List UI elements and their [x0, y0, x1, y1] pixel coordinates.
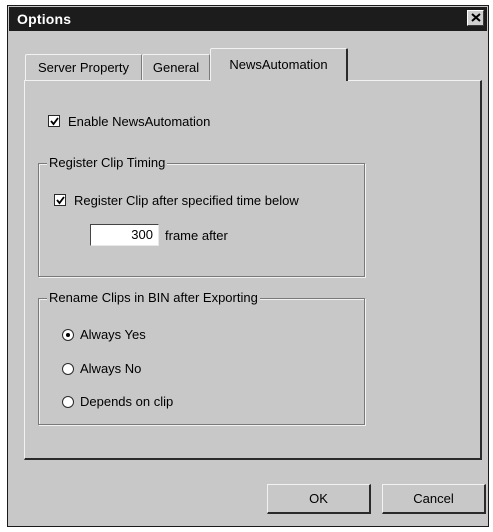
options-dialog: Options Server Property General NewsAuto… — [7, 5, 489, 527]
cancel-button[interactable]: Cancel — [382, 484, 486, 514]
ok-button-label: OK — [309, 491, 328, 506]
enable-newsautomation-label: Enable NewsAutomation — [68, 114, 211, 129]
tab-newsautomation[interactable]: NewsAutomation — [210, 48, 348, 81]
checkmark-icon — [50, 117, 59, 126]
radio-selected-dot — [66, 333, 70, 337]
tab-general[interactable]: General — [142, 54, 210, 80]
tab-panel-newsautomation: Enable NewsAutomation Register Clip Timi… — [24, 80, 482, 460]
checkmark-icon — [56, 196, 65, 205]
tab-label: General — [152, 60, 200, 75]
register-clip-checkbox[interactable] — [54, 194, 66, 206]
register-clip-timing-group: Register Clip Timing Register Clip after… — [38, 155, 365, 277]
tab-label: Server Property — [37, 60, 130, 75]
cancel-button-label: Cancel — [413, 491, 454, 506]
ok-button[interactable]: OK — [267, 484, 371, 514]
radio-always-yes[interactable] — [62, 329, 74, 341]
register-clip-label: Register Clip after specified time below — [74, 193, 299, 208]
radio-always-no[interactable] — [62, 363, 74, 375]
close-button[interactable] — [467, 10, 484, 26]
register-clip-timing-title: Register Clip Timing — [47, 155, 168, 170]
radio-depends-on-clip-label: Depends on clip — [80, 394, 174, 409]
radio-always-no-label: Always No — [80, 361, 142, 376]
rename-clips-group: Rename Clips in BIN after Exporting Alwa… — [38, 290, 365, 425]
title-bar: Options — [9, 7, 487, 31]
radio-depends-on-clip[interactable] — [62, 396, 74, 408]
radio-always-yes-label: Always Yes — [80, 327, 146, 342]
enable-newsautomation-checkbox[interactable] — [48, 115, 60, 127]
close-icon — [471, 13, 481, 22]
frames-input[interactable]: 300 — [90, 224, 159, 246]
rename-clips-title: Rename Clips in BIN after Exporting — [47, 290, 260, 305]
window-title: Options — [17, 11, 72, 27]
frames-suffix-label: frame after — [165, 228, 228, 243]
tab-server-property[interactable]: Server Property — [25, 54, 142, 80]
tab-label: NewsAutomation — [229, 57, 328, 72]
